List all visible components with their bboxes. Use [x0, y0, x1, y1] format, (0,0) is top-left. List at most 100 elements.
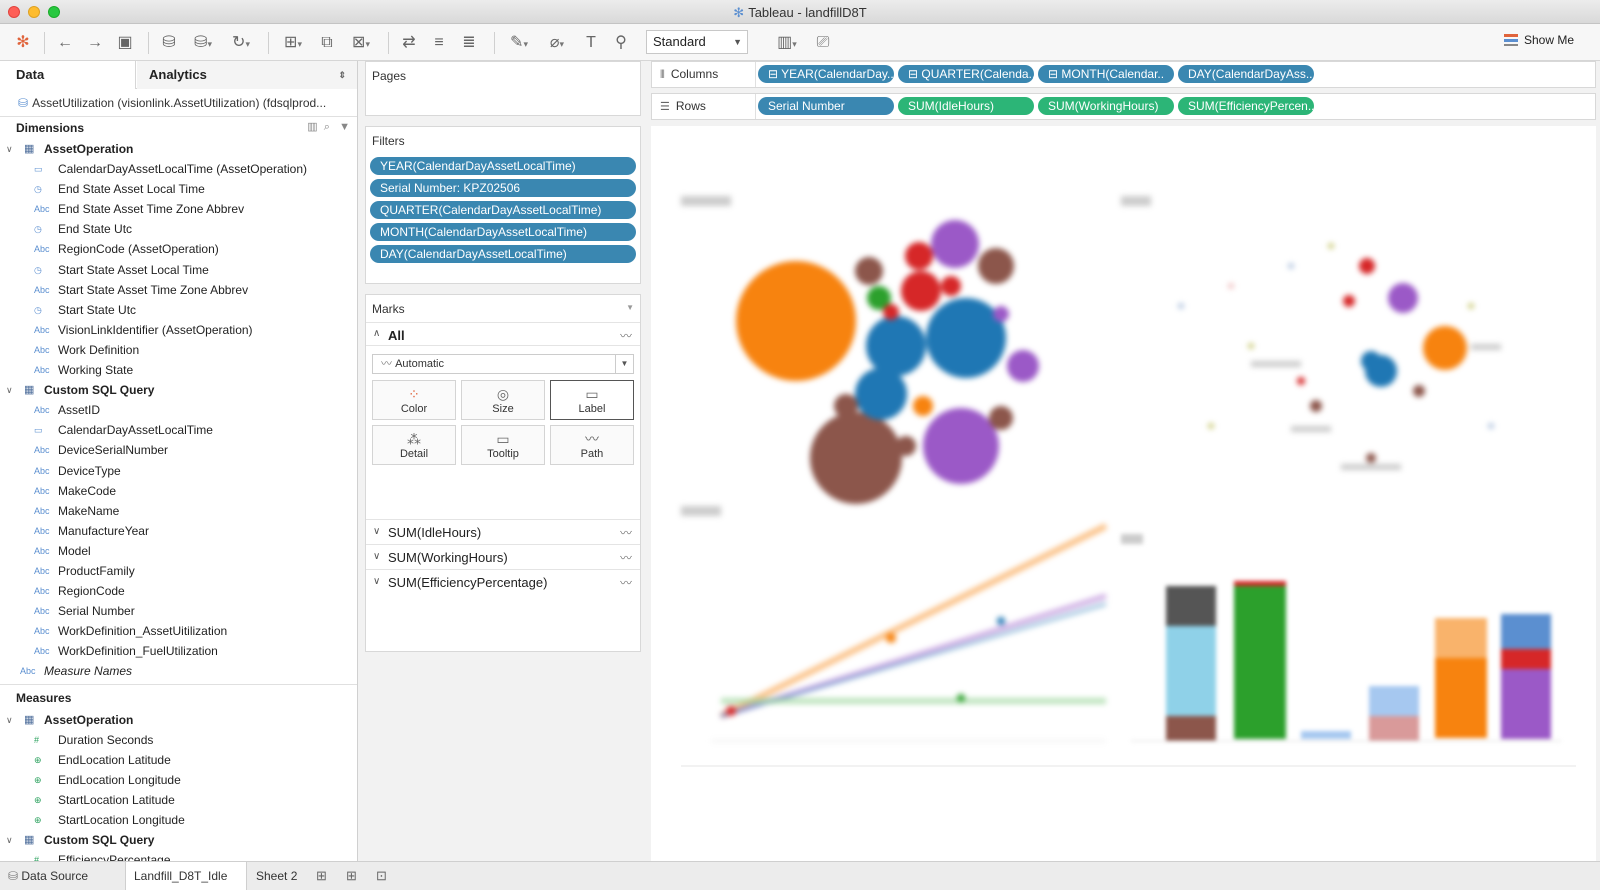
group-members-icon[interactable]: ⌀▾ [542, 32, 572, 54]
tab-analytics[interactable]: Analytics ⇕ [137, 61, 357, 89]
new-story-icon[interactable]: ⊡ [376, 868, 387, 884]
measure-field[interactable]: ⊕ StartLocation Longitude [0, 810, 357, 830]
refresh-icon[interactable]: ↻▾ [226, 32, 256, 54]
dimension-field[interactable]: Abc Serial Number [0, 601, 357, 621]
chevron-down-icon[interactable]: ∨ [6, 380, 13, 400]
fit-select[interactable]: Standard ▼ [646, 30, 748, 54]
chevron-down-icon[interactable]: ∨ [6, 710, 13, 730]
column-pill[interactable]: ⊟ MONTH(Calendar.. [1038, 65, 1174, 83]
new-worksheet-icon[interactable]: ⊞▾ [278, 32, 308, 54]
size-button[interactable]: ◎ Size [461, 380, 545, 420]
filter-pill[interactable]: QUARTER(CalendarDayAssetLocalTime) [370, 201, 636, 219]
dimension-field[interactable]: ◷ End State Utc [0, 219, 357, 239]
pause-auto-updates-icon[interactable]: ⛁▾ [188, 32, 218, 54]
table-group[interactable]: ∨ ▦ Custom SQL Query [0, 380, 357, 400]
measure-names-field[interactable]: Abc Measure Names [0, 661, 357, 681]
marks-shelf-workinghours[interactable]: ∨ SUM(WorkingHours) 〰 [366, 544, 640, 569]
path-button[interactable]: 〰 Path [550, 425, 634, 465]
swap-rows-columns-icon[interactable]: ⇄ [398, 32, 420, 54]
sort-descending-icon[interactable]: ≣ [458, 32, 480, 54]
new-data-source-icon[interactable]: ⛁ [158, 32, 180, 54]
sheet-tab-active[interactable]: Landfill_D8T_Idle [125, 862, 247, 890]
filter-pill[interactable]: Serial Number: KPZ02506 [370, 179, 636, 197]
dimension-field[interactable]: Abc MakeName [0, 501, 357, 521]
chevron-down-icon[interactable]: ∨ [6, 830, 13, 850]
dimension-field[interactable]: Abc MakeCode [0, 481, 357, 501]
tooltip-button[interactable]: ▭ Tooltip [461, 425, 545, 465]
dimension-field[interactable]: Abc Working State [0, 360, 357, 380]
column-pill[interactable]: ⊟ YEAR(CalendarDay.. [758, 65, 894, 83]
rows-shelf[interactable]: ☰ Rows Serial Number SUM(IdleHours) SUM(W… [651, 93, 1596, 120]
filter-pill[interactable]: MONTH(CalendarDayAssetLocalTime) [370, 223, 636, 241]
duplicate-sheet-icon[interactable]: ⧉ [316, 32, 338, 54]
show-mark-labels-icon[interactable]: T [580, 32, 602, 54]
table-group[interactable]: ∨ ▦ Custom SQL Query [0, 830, 357, 850]
dimension-field[interactable]: Abc End State Asset Time Zone Abbrev [0, 199, 357, 219]
dimension-field[interactable]: Abc RegionCode (AssetOperation) [0, 239, 357, 259]
columns-shelf[interactable]: ⦀ Columns ⊟ YEAR(CalendarDay.. ⊟ QUARTER(… [651, 61, 1596, 88]
save-icon[interactable]: ▣ [114, 32, 136, 54]
tab-data[interactable]: Data [0, 61, 136, 89]
chevron-down-icon[interactable]: ∨ [6, 139, 13, 159]
measure-field[interactable]: ⊕ EndLocation Latitude [0, 750, 357, 770]
undo-icon[interactable]: ← [54, 32, 76, 54]
dimension-field[interactable]: Abc WorkDefinition_FuelUtilization [0, 641, 357, 661]
dimension-field[interactable]: ▭ CalendarDayAssetLocalTime (AssetOperati… [0, 159, 357, 179]
pages-card[interactable]: Pages [365, 61, 641, 116]
view-toggle-icon[interactable]: ▥ [307, 121, 317, 133]
column-pill[interactable]: DAY(CalendarDayAss.. [1178, 65, 1314, 83]
show-cards-icon[interactable]: ▥▾ [770, 32, 804, 54]
dimension-field[interactable]: Abc DeviceType [0, 461, 357, 481]
dimension-field[interactable]: ▭ CalendarDayAssetLocalTime [0, 420, 357, 440]
filter-pill[interactable]: DAY(CalendarDayAssetLocalTime) [370, 245, 636, 263]
mark-type-select[interactable]: 〰 Automatic ▼ [372, 354, 634, 374]
new-dashboard-icon[interactable]: ⊞ [346, 868, 357, 884]
presentation-mode-icon[interactable]: ⎚ [812, 32, 834, 54]
dimension-field[interactable]: ◷ Start State Asset Local Time [0, 260, 357, 280]
search-icon[interactable]: ⌕ [324, 121, 330, 133]
dimension-field[interactable]: Abc ManufactureYear [0, 521, 357, 541]
tableau-home-icon[interactable]: ✻ [12, 32, 34, 54]
datasource-item[interactable]: ⛁ AssetUtilization (visionlink.AssetUtili… [18, 91, 348, 115]
fix-axes-icon[interactable]: ⚲ [610, 32, 632, 54]
dimension-field[interactable]: Abc DeviceSerialNumber [0, 440, 357, 460]
highlight-icon[interactable]: ✎▾ [504, 32, 534, 54]
marks-shelf-efficiency[interactable]: ∨ SUM(EfficiencyPercentage) 〰 [366, 569, 640, 594]
dimension-field[interactable]: Abc RegionCode [0, 581, 357, 601]
column-pill[interactable]: ⊟ QUARTER(Calenda.. [898, 65, 1034, 83]
dimension-field[interactable]: Abc VisionLinkIdentifier (AssetOperation) [0, 320, 357, 340]
sheet-tab[interactable]: Sheet 2 [248, 862, 308, 890]
color-button[interactable]: ⁘ Color [372, 380, 456, 420]
measure-field[interactable]: ⊕ EndLocation Longitude [0, 770, 357, 790]
measure-field[interactable]: ⊕ StartLocation Latitude [0, 790, 357, 810]
dimension-field[interactable]: ◷ End State Asset Local Time [0, 179, 357, 199]
data-source-tab[interactable]: ⛁ Data Source [0, 862, 122, 890]
dimension-field[interactable]: ◷ Start State Utc [0, 300, 357, 320]
clear-sheet-icon[interactable]: ⊠▾ [346, 32, 376, 54]
chevron-down-icon[interactable]: ▼ [626, 303, 634, 312]
dimension-field[interactable]: Abc Start State Asset Time Zone Abbrev [0, 280, 357, 300]
filters-card[interactable]: Filters YEAR(CalendarDayAssetLocalTime) … [365, 126, 641, 284]
detail-button[interactable]: ⁂ Detail [372, 425, 456, 465]
new-worksheet-icon[interactable]: ⊞ [316, 868, 327, 884]
view-canvas[interactable] [651, 126, 1596, 861]
row-pill[interactable]: SUM(WorkingHours) [1038, 97, 1174, 115]
table-group[interactable]: ∨ ▦ AssetOperation [0, 710, 357, 730]
table-group[interactable]: ∨ ▦ AssetOperation [0, 139, 357, 159]
marks-shelf-idlehours[interactable]: ∨ SUM(IdleHours) 〰 [366, 519, 640, 544]
row-pill[interactable]: SUM(IdleHours) [898, 97, 1034, 115]
label-button[interactable]: ▭ Label [550, 380, 634, 420]
chevron-down-icon[interactable]: ▼ [339, 121, 350, 133]
dimension-field[interactable]: Abc ProductFamily [0, 561, 357, 581]
measure-field[interactable]: # EfficiencyPercentage [0, 850, 357, 861]
sort-ascending-icon[interactable]: ≡ [428, 32, 450, 54]
dimension-field[interactable]: Abc Work Definition [0, 340, 357, 360]
row-pill[interactable]: SUM(EfficiencyPercen.. [1178, 97, 1314, 115]
marks-all-tab[interactable]: ∧ All 〰 [366, 322, 640, 346]
dimension-field[interactable]: Abc Model [0, 541, 357, 561]
show-me-button[interactable]: Show Me [1503, 33, 1574, 47]
row-pill[interactable]: Serial Number [758, 97, 894, 115]
redo-icon[interactable]: → [84, 32, 106, 54]
measure-field[interactable]: # Duration Seconds [0, 730, 357, 750]
dimension-field[interactable]: Abc WorkDefinition_AssetUitilization [0, 621, 357, 641]
